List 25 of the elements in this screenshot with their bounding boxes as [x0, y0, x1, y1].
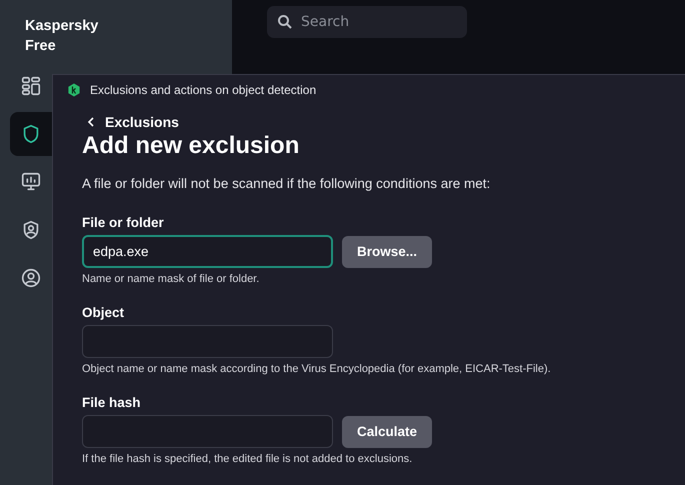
- search-icon: [277, 14, 293, 30]
- field-label: File hash: [82, 395, 142, 410]
- description-text: A file or folder will not be scanned if the following conditions are met:: [82, 176, 492, 191]
- app-logo-icon: [67, 82, 81, 96]
- chevron-left-icon: [87, 117, 95, 127]
- text-field[interactable]: edpa.exe: [82, 235, 333, 268]
- page-heading: Add new exclusion: [82, 132, 300, 160]
- monitor-icon: [20, 171, 42, 193]
- field-hint: Object name or name mask according to the Virus Encyclopedia (for example, EICAR-Test-File).: [82, 363, 552, 375]
- dashboard-icon: [20, 75, 42, 97]
- action-button[interactable]: Browse...: [342, 236, 432, 268]
- field-hint: If the file hash is specified, the edited file is not added to exclusions.: [82, 453, 414, 465]
- shield-nav-item[interactable]: [10, 112, 52, 156]
- back-link[interactable]: Exclusions: [82, 114, 179, 130]
- dialog-title: Exclusions and actions on object detection: [90, 82, 316, 96]
- action-button[interactable]: Calculate: [342, 416, 432, 448]
- field-label: File or folder: [82, 215, 165, 230]
- person-icon: [20, 267, 42, 289]
- field-hint: Name or name mask of file or folder.: [82, 273, 260, 285]
- text-field[interactable]: [82, 325, 333, 358]
- app-title: Kaspersky Free: [25, 17, 100, 56]
- search-field[interactable]: Search: [267, 6, 467, 38]
- text-field[interactable]: [82, 415, 333, 448]
- search-placeholder: Search: [301, 14, 350, 30]
- field-label: Object: [82, 305, 126, 320]
